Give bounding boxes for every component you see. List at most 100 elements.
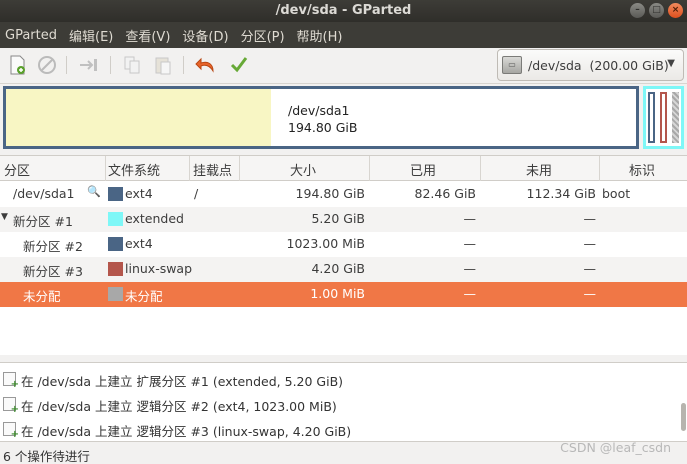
column-separator [369, 156, 370, 181]
cell-used: — [463, 236, 477, 251]
device-selector-label: /dev/sda (200.00 GiB) [528, 57, 669, 73]
cell-size: 4.20 GiB [311, 261, 365, 276]
undo-icon[interactable] [195, 54, 217, 76]
cell-used: — [463, 286, 477, 301]
new-icon[interactable] [7, 54, 29, 76]
table-row[interactable]: 新分区 #3 linux-swap 4.20 GiB — — [0, 257, 687, 282]
menu-view[interactable]: 查看(V) [119, 26, 176, 45]
column-header-partition[interactable]: 分区 [4, 160, 30, 179]
cell-filesystem: 未分配 [125, 289, 163, 304]
cell-size: 194.80 GiB [295, 186, 365, 201]
diskmap-partition-2[interactable] [648, 92, 655, 143]
cell-size: 5.20 GiB [311, 211, 365, 226]
toolbar-separator [183, 56, 184, 74]
scrollbar[interactable] [679, 363, 687, 441]
diskmap-partition-size: 194.80 GiB [288, 120, 358, 135]
cell-flags: boot [602, 186, 631, 201]
column-header-size[interactable]: 大小 [290, 160, 316, 179]
cell-filesystem: extended [125, 211, 184, 226]
cell-used: — [463, 261, 477, 276]
status-text: 6 个操作待进行 [3, 449, 90, 464]
close-icon[interactable]: × [668, 3, 683, 18]
title-bar: /dev/sda - GParted – □ × [0, 0, 687, 22]
cell-partition: 新分区 #2 [23, 239, 83, 254]
column-header-mountpoint[interactable]: 挂载点 [193, 160, 232, 179]
diskmap-partition-sda1[interactable]: /dev/sda1 194.80 GiB [3, 86, 639, 149]
minimize-icon[interactable]: – [630, 3, 645, 18]
filesystem-color-swatch [108, 237, 123, 251]
operation-text: 在 /dev/sda 上建立 逻辑分区 #3 (linux-swap, 4.20… [21, 424, 352, 439]
column-header-flags[interactable]: 标识 [629, 160, 655, 179]
list-item[interactable]: 在 /dev/sda 上建立 逻辑分区 #2 (ext4, 1023.00 Mi… [0, 391, 687, 416]
cell-filesystem: linux-swap [125, 261, 193, 276]
list-item[interactable]: 在 /dev/sda 上建立 逻辑分区 #3 (linux-swap, 4.20… [0, 416, 687, 441]
expander-arrow-icon[interactable]: ▼ [1, 212, 8, 222]
column-separator [599, 156, 600, 181]
cell-used: — [463, 211, 477, 226]
column-header-filesystem[interactable]: 文件系统 [108, 160, 160, 179]
table-header: 分区 文件系统 挂载点 大小 已用 未用 标识 [0, 156, 687, 181]
create-partition-icon [3, 372, 19, 390]
cell-unused: — [583, 236, 597, 251]
cell-size: 1023.00 MiB [286, 236, 366, 251]
filesystem-color-swatch [108, 187, 123, 201]
cell-mountpoint: / [194, 186, 199, 201]
operation-text: 在 /dev/sda 上建立 扩展分区 #1 (extended, 5.20 G… [21, 374, 344, 389]
window-title: /dev/sda - GParted [275, 3, 412, 18]
cell-partition: 未分配 [23, 289, 61, 304]
table-row[interactable]: 新分区 #2 ext4 1023.00 MiB — — [0, 232, 687, 257]
partition-table: 分区 文件系统 挂载点 大小 已用 未用 标识 /dev/sda1 🔍 ext4… [0, 155, 687, 355]
device-selector[interactable]: ▭ /dev/sda (200.00 GiB) ▼ [497, 49, 684, 81]
maximize-icon[interactable]: □ [649, 3, 664, 18]
pending-operations-list: 在 /dev/sda 上建立 扩展分区 #1 (extended, 5.20 G… [0, 362, 687, 442]
cell-unused: 112.34 GiB [526, 186, 596, 201]
delete-icon[interactable] [36, 54, 58, 76]
lock-icon: 🔍 [87, 185, 101, 198]
scrollbar-thumb[interactable] [681, 403, 686, 431]
table-row[interactable]: ▼ 新分区 #1 extended 5.20 GiB — — [0, 207, 687, 232]
filesystem-color-swatch [108, 262, 123, 276]
cell-partition: /dev/sda1 [13, 186, 75, 201]
menu-edit[interactable]: 编辑(E) [63, 26, 119, 45]
menu-bar: GParted 编辑(E) 查看(V) 设备(D) 分区(P) 帮助(H) [0, 22, 687, 48]
paste-icon[interactable] [152, 54, 174, 76]
apply-icon[interactable] [228, 54, 250, 76]
diskmap-partition-label: /dev/sda1 194.80 GiB [288, 102, 357, 136]
column-separator [105, 156, 106, 181]
table-row[interactable]: /dev/sda1 🔍 ext4 / 194.80 GiB 82.46 GiB … [0, 182, 687, 207]
diskmap-partition-name: /dev/sda1 [288, 103, 350, 118]
menu-partition[interactable]: 分区(P) [235, 26, 291, 45]
column-header-used[interactable]: 已用 [410, 160, 436, 179]
copy-icon[interactable] [121, 54, 143, 76]
cell-size: 1.00 MiB [310, 286, 365, 301]
filesystem-color-swatch [108, 212, 123, 226]
diskmap-unallocated[interactable] [672, 92, 679, 143]
cell-filesystem: ext4 [125, 186, 153, 201]
toolbar-separator [66, 56, 67, 74]
list-item[interactable]: 在 /dev/sda 上建立 扩展分区 #1 (extended, 5.20 G… [0, 366, 687, 391]
menu-device[interactable]: 设备(D) [176, 26, 234, 45]
cell-used: 82.46 GiB [414, 186, 477, 201]
cell-unused: — [583, 211, 597, 226]
cell-partition: 新分区 #3 [23, 264, 83, 279]
menu-help[interactable]: 帮助(H) [291, 26, 349, 45]
column-separator [480, 156, 481, 181]
diskmap-used-fill [6, 89, 271, 146]
resize-move-icon[interactable] [78, 54, 100, 76]
hard-disk-icon: ▭ [502, 56, 522, 74]
chevron-down-icon: ▼ [667, 58, 675, 69]
menu-gparted[interactable]: GParted [0, 28, 63, 43]
window-controls: – □ × [630, 3, 683, 18]
diskmap-extended-partition[interactable] [643, 86, 684, 149]
create-partition-icon [3, 397, 19, 415]
create-partition-icon [3, 422, 19, 440]
toolbar-separator [110, 56, 111, 74]
diskmap-partition-3[interactable] [660, 92, 667, 143]
cell-unused: — [583, 286, 597, 301]
watermark: CSDN @leaf_csdn [560, 440, 671, 455]
table-row-selected[interactable]: 未分配 未分配 1.00 MiB — — [0, 282, 687, 307]
cell-partition: 新分区 #1 [13, 214, 73, 229]
column-header-unused[interactable]: 未用 [526, 160, 552, 179]
cell-filesystem: ext4 [125, 236, 153, 251]
filesystem-color-swatch [108, 287, 123, 301]
